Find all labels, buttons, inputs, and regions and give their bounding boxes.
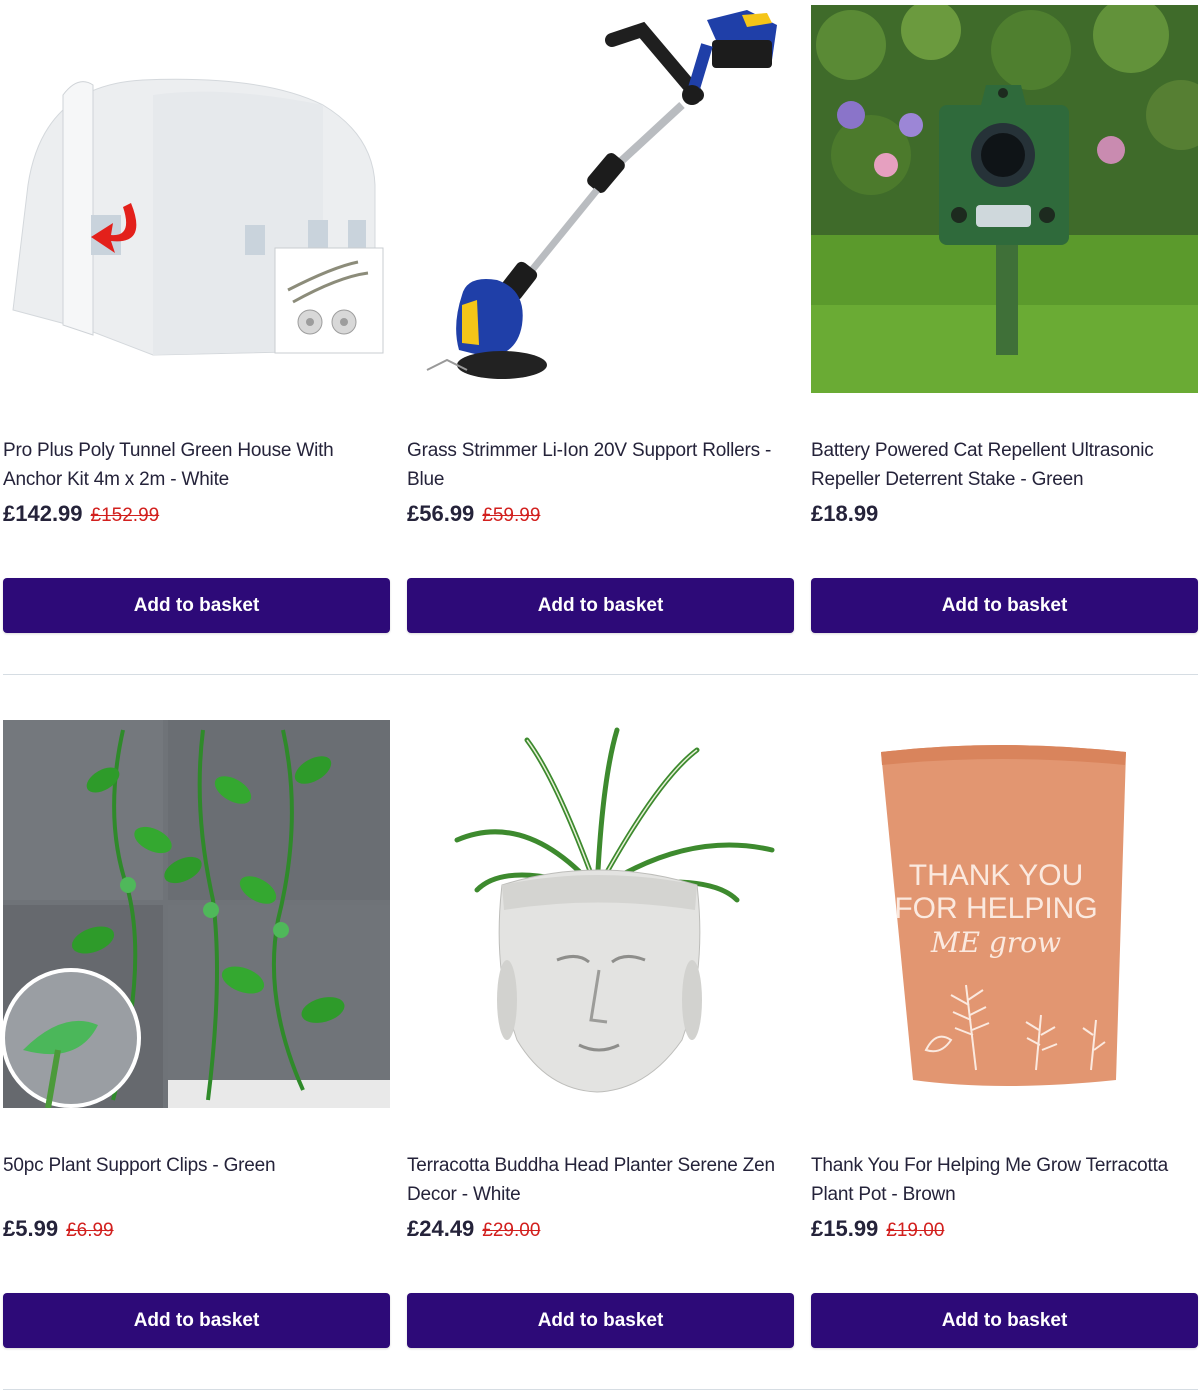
price-row: £18.99 — [811, 501, 1198, 527]
current-price: £24.49 — [407, 1216, 475, 1241]
current-price: £56.99 — [407, 501, 475, 526]
product-image-plant-clips[interactable] — [3, 720, 390, 1108]
pot-text-line-3: ME grow — [930, 926, 1061, 959]
original-price: £19.00 — [886, 1220, 945, 1241]
product-image-polytunnel[interactable] — [3, 5, 390, 393]
product-title[interactable]: 50pc Plant Support Clips - Green — [3, 1151, 390, 1180]
product-image-cat-repeller[interactable] — [811, 5, 1198, 393]
add-to-basket-button[interactable]: Add to basket — [3, 578, 390, 633]
pot-text-line-1: THANK YOU — [909, 859, 1083, 892]
current-price: £18.99 — [811, 501, 879, 526]
product-title[interactable]: Thank You For Helping Me Grow Terracotta… — [811, 1151, 1198, 1209]
product-image-buddha-planter[interactable] — [407, 720, 794, 1108]
price-row: £142.99 £152.99 — [3, 501, 390, 527]
product-title[interactable]: Pro Plus Poly Tunnel Green House With An… — [3, 436, 390, 494]
pot-text-line-2: FOR HELPING — [894, 892, 1097, 925]
row-divider — [3, 674, 1198, 675]
add-to-basket-button[interactable]: Add to basket — [811, 578, 1198, 633]
price-row: £56.99 £59.99 — [407, 501, 794, 527]
product-title[interactable]: Terracotta Buddha Head Planter Serene Ze… — [407, 1151, 794, 1209]
product-title[interactable]: Grass Strimmer Li-Ion 20V Support Roller… — [407, 436, 794, 494]
add-to-basket-button[interactable]: Add to basket — [811, 1293, 1198, 1348]
price-row: £24.49 £29.00 — [407, 1216, 794, 1242]
original-price: £29.00 — [482, 1220, 541, 1241]
current-price: £15.99 — [811, 1216, 879, 1241]
price-row: £5.99 £6.99 — [3, 1216, 390, 1242]
current-price: £5.99 — [3, 1216, 59, 1241]
product-image-strimmer[interactable] — [407, 5, 794, 393]
original-price: £59.99 — [482, 505, 541, 526]
price-row: £15.99 £19.00 — [811, 1216, 1198, 1242]
add-to-basket-button[interactable]: Add to basket — [3, 1293, 390, 1348]
original-price: £152.99 — [90, 505, 160, 526]
product-title[interactable]: Battery Powered Cat Repellent Ultrasonic… — [811, 436, 1198, 494]
row-divider — [3, 1389, 1198, 1390]
original-price: £6.99 — [66, 1220, 114, 1241]
current-price: £142.99 — [3, 501, 83, 526]
add-to-basket-button[interactable]: Add to basket — [407, 1293, 794, 1348]
add-to-basket-button[interactable]: Add to basket — [407, 578, 794, 633]
product-image-terracotta-pot[interactable]: THANK YOU FOR HELPING ME grow — [811, 720, 1198, 1108]
